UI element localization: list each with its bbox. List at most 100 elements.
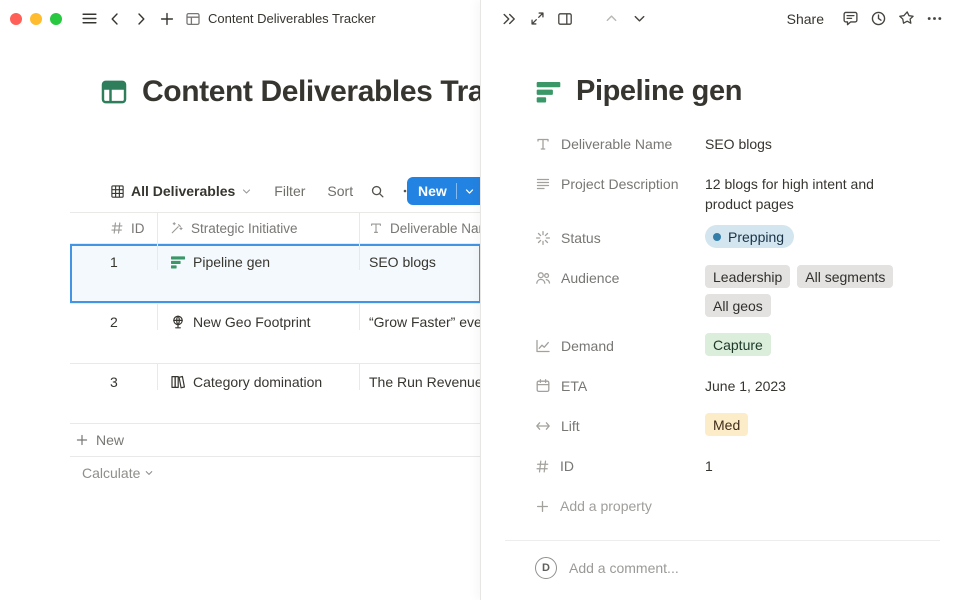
- share-button[interactable]: Share: [787, 11, 824, 27]
- next-record-icon[interactable]: [627, 7, 651, 31]
- nav-forward-icon[interactable]: [128, 6, 154, 32]
- previous-record-icon[interactable]: [599, 7, 623, 31]
- peek-toolbar: Share: [481, 0, 960, 37]
- property-value-status[interactable]: Prepping: [705, 218, 801, 257]
- close-window-button[interactable]: [10, 13, 22, 25]
- sidebar-menu-icon[interactable]: [76, 6, 102, 32]
- property-value-audience[interactable]: Leadership All segments All geos: [705, 258, 934, 326]
- column-label: ID: [131, 221, 145, 236]
- plus-icon: [535, 499, 550, 514]
- comment-composer: D: [535, 557, 934, 579]
- window-controls: [10, 13, 62, 25]
- peek-page-header: Pipeline gen: [535, 75, 934, 108]
- history-clock-icon[interactable]: [866, 7, 890, 31]
- add-row-label: New: [96, 432, 124, 448]
- view-toolbar: All Deliverables Filter Sort New: [110, 175, 481, 207]
- cell-id[interactable]: 3: [70, 364, 158, 390]
- page-table-icon: [180, 6, 206, 32]
- title-property-icon: [369, 221, 383, 235]
- table-row-category-domination[interactable]: 3 Category domination The Run Revenue S: [70, 364, 481, 424]
- property-row-demand: Demand Capture: [535, 326, 934, 366]
- window-titlebar: Content Deliverables Tracker: [0, 0, 481, 37]
- comments-icon[interactable]: [838, 7, 862, 31]
- property-value-id[interactable]: 1: [705, 446, 713, 476]
- cell-id[interactable]: 1: [70, 244, 158, 270]
- plus-icon: [75, 433, 89, 447]
- property-label-status[interactable]: Status: [535, 218, 705, 258]
- property-label-deliverable-name[interactable]: Deliverable Name: [535, 124, 705, 164]
- property-row-eta: ETA June 1, 2023: [535, 366, 934, 406]
- table-row-pipeline-gen[interactable]: 1 Pipeline gen SEO blogs: [70, 244, 481, 304]
- cell-deliverable-name[interactable]: SEO blogs: [360, 244, 481, 270]
- property-label-eta[interactable]: ETA: [535, 366, 705, 406]
- property-label-id[interactable]: ID: [535, 446, 705, 486]
- add-property-button[interactable]: Add a property: [535, 486, 934, 526]
- cell-deliverable-name[interactable]: The Run Revenue S: [360, 364, 481, 390]
- comment-input[interactable]: [569, 560, 934, 576]
- sort-button[interactable]: Sort: [327, 183, 353, 199]
- cell-strategic-initiative[interactable]: New Geo Footprint: [158, 304, 360, 330]
- text-property-icon: [535, 176, 551, 192]
- page-link[interactable]: New Geo Footprint: [193, 314, 311, 330]
- more-options-icon[interactable]: [922, 7, 946, 31]
- expand-page-icon[interactable]: [525, 7, 549, 31]
- favorite-star-icon[interactable]: [894, 7, 918, 31]
- breadcrumb-page-title[interactable]: Content Deliverables Tracker: [208, 11, 376, 26]
- database-table: ID Strategic Initiative Deliverable Name…: [70, 212, 481, 424]
- new-button[interactable]: New: [407, 177, 481, 205]
- property-value-lift[interactable]: Med: [705, 406, 755, 445]
- nav-back-icon[interactable]: [102, 6, 128, 32]
- page-table-icon-large[interactable]: [100, 78, 128, 106]
- audience-tag: All geos: [705, 294, 771, 317]
- column-label: Deliverable Name: [390, 221, 481, 236]
- main-window: Content Deliverables Tracker Content Del…: [0, 0, 481, 600]
- property-row-audience: Audience Leadership All segments All geo…: [535, 258, 934, 326]
- view-tab-all-deliverables[interactable]: All Deliverables: [110, 183, 252, 199]
- property-label-audience[interactable]: Audience: [535, 258, 705, 298]
- new-button-label: New: [407, 183, 456, 199]
- property-value-demand[interactable]: Capture: [705, 326, 778, 365]
- filter-button[interactable]: Filter: [274, 183, 305, 199]
- wand-property-icon: [170, 221, 184, 235]
- side-panel-icon[interactable]: [553, 7, 577, 31]
- user-avatar: D: [535, 557, 557, 579]
- property-label-lift[interactable]: Lift: [535, 406, 705, 446]
- page-link[interactable]: Category domination: [193, 374, 322, 390]
- search-icon[interactable]: [370, 184, 385, 199]
- minimize-window-button[interactable]: [30, 13, 42, 25]
- chart-line-icon: [535, 338, 551, 354]
- cell-strategic-initiative[interactable]: Pipeline gen: [158, 244, 360, 270]
- lift-tag: Med: [705, 413, 748, 436]
- add-row-button[interactable]: New: [70, 424, 481, 457]
- new-page-icon[interactable]: [154, 6, 180, 32]
- table-header-row: ID Strategic Initiative Deliverable Name: [70, 213, 481, 244]
- property-value-project-description[interactable]: 12 blogs for high intent and product pag…: [705, 164, 920, 218]
- column-header-strategic-initiative[interactable]: Strategic Initiative: [158, 213, 360, 243]
- calculate-button[interactable]: Calculate: [70, 457, 481, 489]
- column-header-id[interactable]: ID: [70, 213, 158, 243]
- peek-body: Pipeline gen Deliverable Name SEO blogs …: [481, 37, 960, 579]
- column-label: Strategic Initiative: [191, 221, 298, 236]
- new-dropdown-chevron-icon[interactable]: [457, 186, 481, 197]
- cell-deliverable-name[interactable]: “Grow Faster” event: [360, 304, 481, 330]
- cell-strategic-initiative[interactable]: Category domination: [158, 364, 360, 390]
- page-title: Content Deliverables Tracker: [142, 75, 481, 109]
- chevron-down-icon: [241, 186, 252, 197]
- pipeline-bars-icon: [170, 254, 186, 270]
- property-label-demand[interactable]: Demand: [535, 326, 705, 366]
- property-value-deliverable-name[interactable]: SEO blogs: [705, 124, 772, 154]
- pipeline-bars-icon[interactable]: [535, 78, 562, 105]
- column-header-deliverable-name[interactable]: Deliverable Name: [360, 213, 481, 243]
- property-row-status: Status Prepping: [535, 218, 934, 258]
- close-peek-icon[interactable]: [497, 7, 521, 31]
- property-value-eta[interactable]: June 1, 2023: [705, 366, 786, 396]
- fullscreen-window-button[interactable]: [50, 13, 62, 25]
- property-label-project-description[interactable]: Project Description: [535, 164, 705, 204]
- table-row-new-geo-footprint[interactable]: 2 New Geo Footprint “Grow Faster” event: [70, 304, 481, 364]
- chevron-down-icon: [144, 468, 154, 478]
- page-link[interactable]: Pipeline gen: [193, 254, 270, 270]
- books-icon: [170, 374, 186, 390]
- cell-id[interactable]: 2: [70, 304, 158, 330]
- demand-tag: Capture: [705, 333, 771, 356]
- peek-page-title[interactable]: Pipeline gen: [576, 75, 742, 108]
